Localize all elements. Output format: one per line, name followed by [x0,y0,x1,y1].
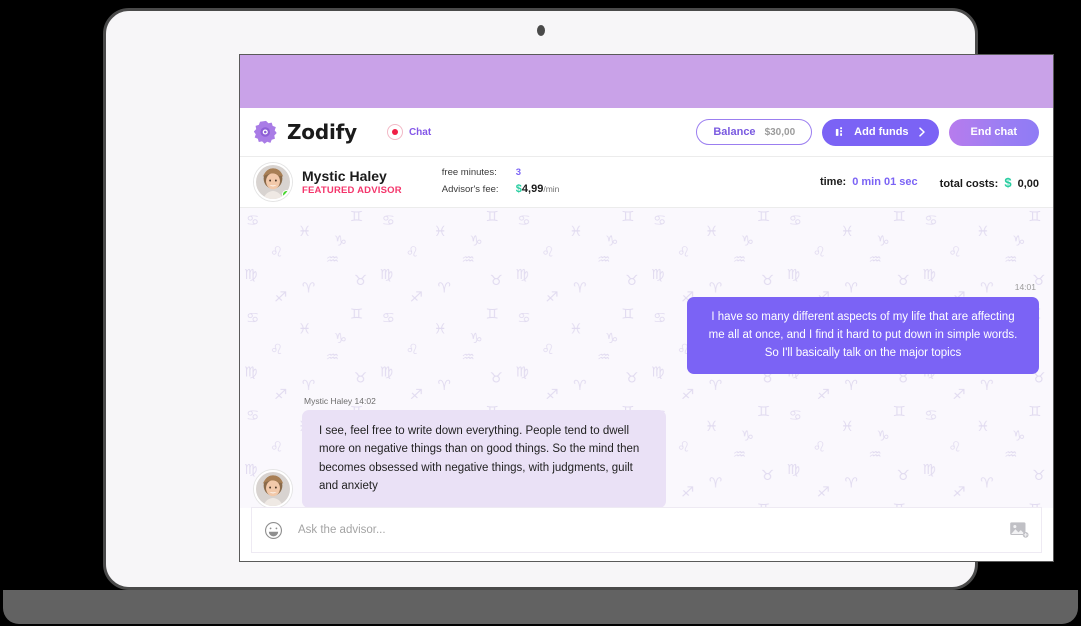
advisor-fee-label: Advisor's fee: [441,183,499,195]
add-funds-label: Add funds [854,126,909,138]
chat-status-indicator: Chat [386,124,432,140]
end-chat-label: End chat [970,126,1017,138]
balance-label: Balance [713,126,756,138]
chat-message-area[interactable]: ♋ ♓ ♊ ♌ ♒ ♍ ♈ ♉ ♐ ♑ [240,208,1053,508]
header-actions: Balance $30,00 Add funds End chat [696,118,1039,146]
advisor-meta: free minutes: 3 Advisor's fee: $ 4,99 /m… [442,166,560,198]
advisor-name-block: Mystic Haley FEATURED ADVISOR [302,168,402,196]
total-costs-label: total costs: [939,177,999,190]
total-costs-value: 0,00 [1017,177,1039,190]
advisor-fee-row: Advisor's fee: $ 4,99 /min [442,181,560,198]
incoming-message-row: Mystic Haley 14:02 I see, feel free to w… [254,395,1039,508]
advisor-fee-unit: /min [543,183,560,194]
advisor-identity[interactable]: Mystic Haley FEATURED ADVISOR [254,163,402,201]
advisor-fee-amount: 4,99 [521,182,544,195]
advisor-featured-badge: FEATURED ADVISOR [302,185,402,197]
session-stats: time: 0 min 01 sec total costs: $ 0,00 [820,175,1039,190]
balance-pill[interactable]: Balance $30,00 [696,119,813,145]
outgoing-message-time: 14:01 [1014,282,1036,293]
incoming-message-meta: Mystic Haley 14:02 [304,395,376,406]
total-costs-stat: total costs: $ 0,00 [940,175,1039,190]
online-dot-icon [282,190,290,199]
outgoing-message-row: 14:01 I have so many different aspects o… [254,282,1039,374]
add-funds-button[interactable]: Add funds [822,118,939,146]
chat-status-label: Chat [408,126,432,138]
session-time-value: 0 min 01 sec [852,176,918,188]
advisor-avatar [254,163,292,201]
outgoing-message-bubble: I have so many different aspects of my l… [687,297,1039,374]
incoming-message-bubble: I see, feel free to write down everythin… [302,409,666,508]
session-time-stat: time: 0 min 01 sec [820,176,918,188]
free-minutes-value: 3 [515,167,522,179]
end-chat-button[interactable]: End chat [948,118,1039,146]
top-purple-banner [240,55,1053,108]
chevron-right-icon [918,127,925,137]
incoming-message-line: I see, feel free to write down everythin… [254,409,666,508]
free-minutes-label: free minutes: [441,167,497,179]
app-header: Zodify Chat Balance $30,00 Add funds End… [240,108,1053,157]
total-costs-currency: $ [1004,174,1012,190]
record-dot-icon [386,124,403,140]
device-camera-icon [536,25,545,36]
message-composer [252,508,1041,552]
advisor-info-bar: Mystic Haley FEATURED ADVISOR free minut… [240,157,1053,208]
brand-name: Zodify [287,120,357,144]
balance-amount: $30,00 [764,126,796,138]
incoming-message-avatar [254,470,292,508]
app-screen: Zodify Chat Balance $30,00 Add funds End… [239,54,1054,562]
advisor-name: Mystic Haley [302,167,387,184]
brand-logo-block[interactable]: Zodify [254,120,357,144]
laptop-base [3,590,1078,624]
free-minutes-row: free minutes: 3 [442,166,560,181]
smiley-face-icon[interactable] [264,521,283,540]
image-attachment-icon[interactable] [1009,521,1029,539]
wallet-icon [836,127,843,136]
message-input[interactable] [296,523,1009,537]
tablet-device-frame: Zodify Chat Balance $30,00 Add funds End… [103,8,1054,590]
session-time-label: time: [819,176,847,188]
message-list: 14:01 I have so many different aspects o… [240,208,1053,508]
incoming-avatar-image [256,472,290,506]
rosette-logo-icon [254,120,277,144]
